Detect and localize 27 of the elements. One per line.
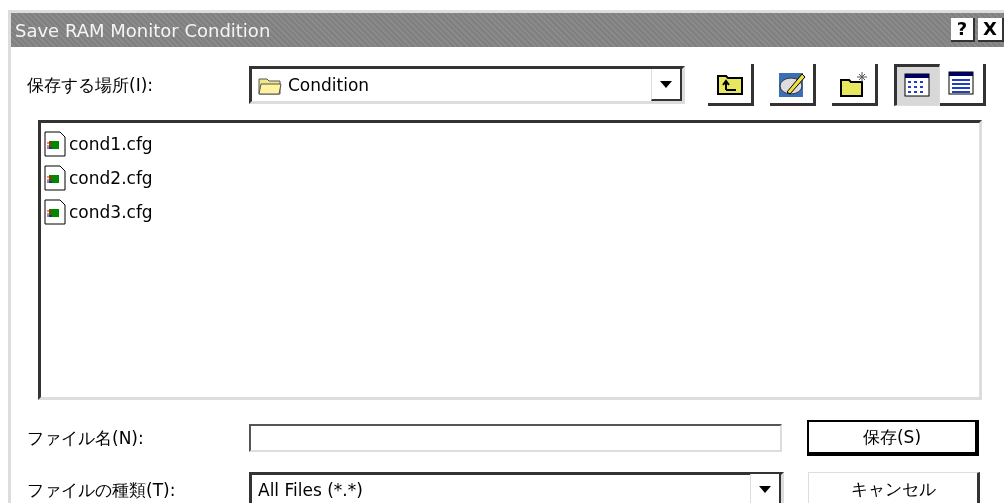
toolbar-button[interactable]: [940, 64, 986, 106]
folder-icon: [258, 75, 282, 95]
field-label: ファイル名(N):: [27, 426, 145, 450]
file-item[interactable]: cond3.cfg: [44, 195, 976, 229]
field-label: ファイルの種類(T):: [27, 478, 177, 502]
help-button[interactable]: ?: [951, 18, 975, 42]
location-dropdown[interactable]: Condition: [249, 66, 685, 104]
dropdown-value: All Files (*.*): [258, 480, 363, 500]
field-label: 保存する場所(I):: [27, 73, 154, 97]
new-folder-icon: [839, 69, 868, 98]
file-icon: [44, 165, 66, 191]
details-view-icon: [947, 69, 976, 98]
save-button[interactable]: 保存(S): [807, 420, 979, 456]
caret-icon: [759, 485, 771, 493]
list-view-icon: [904, 72, 932, 100]
filename-field[interactable]: [249, 424, 782, 452]
window-title: Save RAM Monitor Condition: [15, 19, 272, 41]
file-icon: [44, 131, 66, 157]
dropdown-value: Condition: [288, 75, 370, 95]
close-button[interactable]: X: [978, 18, 1004, 42]
file-item[interactable]: cond2.cfg: [44, 161, 976, 195]
file-item[interactable]: cond1.cfg: [44, 127, 976, 161]
file-icon: [44, 199, 66, 225]
caret-icon: [660, 80, 672, 88]
cancel-button[interactable]: キャンセル: [808, 472, 980, 503]
filetype-dropdown[interactable]: All Files (*.*): [249, 472, 784, 503]
toolbar-button[interactable]: [894, 64, 940, 106]
